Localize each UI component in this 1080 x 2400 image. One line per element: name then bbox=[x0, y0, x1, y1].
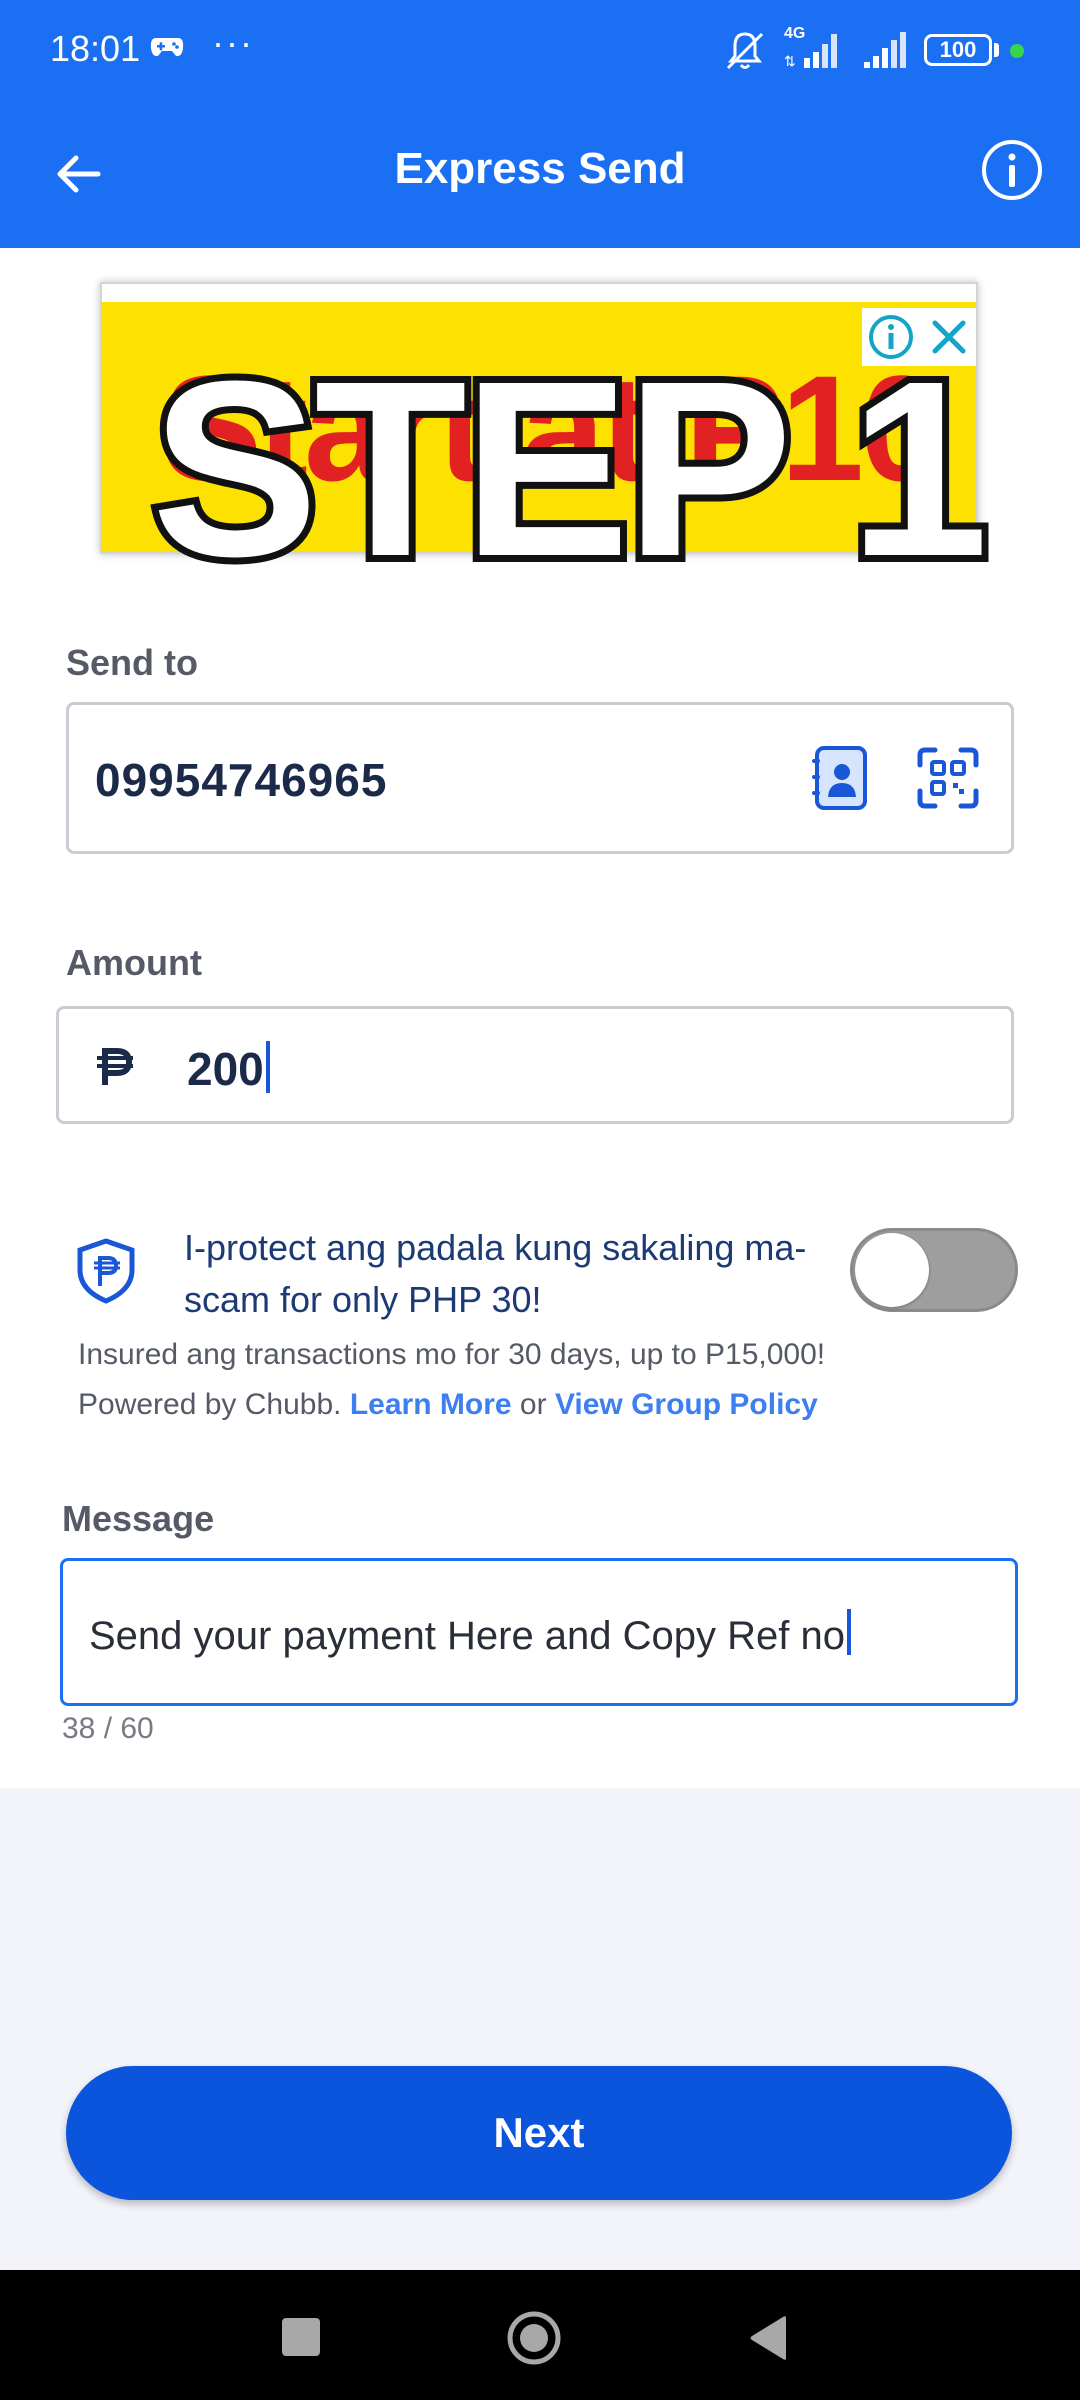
gamepad-icon bbox=[150, 38, 184, 57]
send-to-field[interactable]: 09954746965 bbox=[66, 702, 1014, 854]
home-icon[interactable] bbox=[506, 2310, 562, 2366]
app-bar: Express Send bbox=[0, 100, 1080, 248]
info-icon[interactable] bbox=[980, 138, 1044, 202]
signal-icon: ⇅ bbox=[784, 34, 837, 69]
amount-field[interactable]: 200 bbox=[56, 1006, 1014, 1124]
more-notifications-icon: ··· bbox=[212, 22, 254, 63]
message-value: Send your payment Here and Copy Ref no bbox=[89, 1609, 851, 1659]
text-cursor bbox=[847, 1609, 851, 1655]
text-cursor bbox=[265, 1041, 270, 1093]
system-nav-bar bbox=[0, 2270, 1080, 2400]
message-field[interactable]: Send your payment Here and Copy Ref no bbox=[60, 1558, 1018, 1706]
learn-more-link[interactable]: Learn More bbox=[350, 1388, 512, 1421]
status-bar: 18:01 ··· 4G ⇅ 100 bbox=[0, 0, 1080, 100]
amount-label: Amount bbox=[66, 942, 202, 983]
back-nav-icon[interactable] bbox=[748, 2314, 790, 2362]
group-policy-link[interactable]: View Group Policy bbox=[555, 1388, 818, 1421]
shield-peso-icon bbox=[77, 1238, 135, 1304]
send-to-label: Send to bbox=[66, 642, 198, 683]
mute-icon bbox=[726, 32, 764, 70]
contacts-icon[interactable] bbox=[809, 745, 869, 811]
next-button[interactable]: Next bbox=[66, 2066, 1012, 2200]
battery-tip bbox=[994, 43, 999, 57]
protect-description: I-protect ang padala kung sakaling ma-sc… bbox=[184, 1227, 807, 1320]
status-time: 18:01 bbox=[50, 28, 141, 69]
send-to-value: 09954746965 bbox=[95, 754, 388, 806]
qr-scan-icon[interactable] bbox=[917, 747, 979, 809]
protect-toggle[interactable] bbox=[850, 1228, 1018, 1312]
signal-icon-2 bbox=[864, 32, 906, 68]
amount-value: 200 bbox=[187, 1041, 270, 1096]
privacy-indicator-icon bbox=[1010, 44, 1024, 58]
recents-icon[interactable] bbox=[282, 2318, 320, 2356]
peso-icon bbox=[97, 1048, 133, 1085]
svg-text:⇅: ⇅ bbox=[784, 53, 796, 69]
step-overlay-text: STEP 1 bbox=[152, 329, 985, 600]
insured-info: Insured ang transactions mo for 30 days,… bbox=[78, 1338, 826, 1421]
toggle-knob bbox=[855, 1233, 929, 1307]
battery-icon: 100 bbox=[924, 34, 992, 66]
message-label: Message bbox=[62, 1498, 215, 1539]
page-title: Express Send bbox=[394, 144, 686, 193]
step-overlay: STEP 1 bbox=[145, 322, 996, 600]
character-counter: 38 / 60 bbox=[62, 1712, 154, 1745]
